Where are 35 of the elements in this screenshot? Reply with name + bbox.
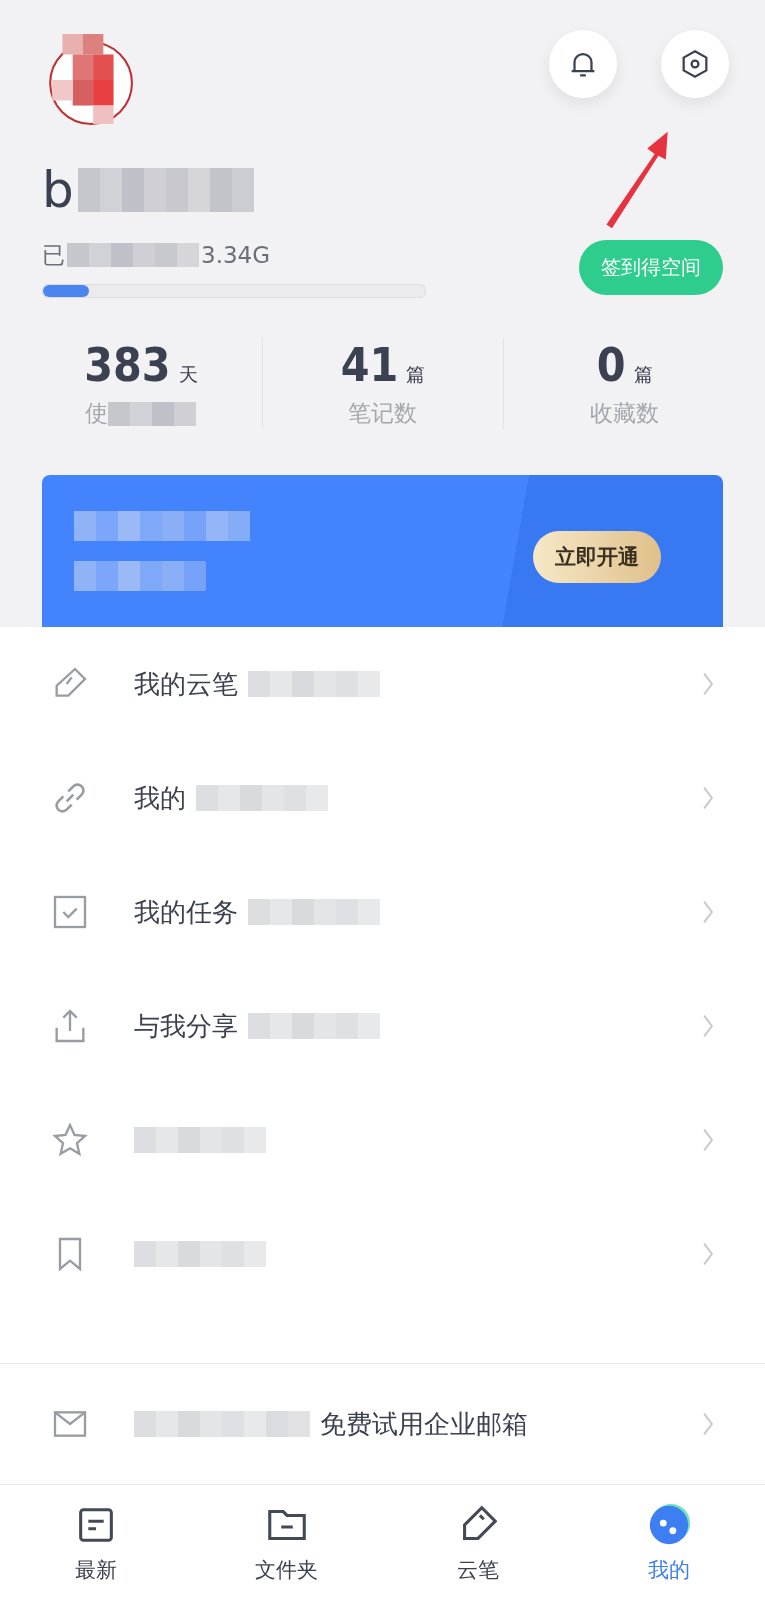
menu-item[interactable]: 与我分享	[0, 969, 765, 1084]
stat-unit: 篇	[406, 362, 426, 387]
menu-item[interactable]: 我的任务	[0, 855, 765, 970]
chevron-icon	[701, 1411, 715, 1438]
menu-item[interactable]: 我的	[0, 741, 765, 856]
stat-label: 收藏数	[590, 399, 660, 428]
stat-unit: 篇	[633, 362, 653, 387]
stat-label: 笔记数	[348, 399, 418, 428]
chevron-icon	[701, 1127, 715, 1154]
menu-label: 免费试用企业邮箱	[320, 1407, 528, 1441]
stat-unit: 天	[178, 362, 198, 387]
menu-label: 我的任务	[134, 895, 238, 929]
username: b	[42, 161, 74, 219]
chevron-icon	[701, 899, 715, 926]
stat-value: 0	[596, 338, 626, 392]
chevron-icon	[701, 785, 715, 812]
menu-item[interactable]: 我的云笔	[0, 627, 765, 742]
menu-item[interactable]: 免费试用企业邮箱	[0, 1364, 765, 1485]
menu-label: 与我分享	[134, 1009, 238, 1043]
stat-label: 使	[85, 399, 109, 428]
stat-value: 383	[84, 338, 171, 392]
storage-label: 已	[42, 240, 65, 270]
menu-label: 我的云笔	[134, 667, 238, 701]
menu-label: 我的	[134, 781, 186, 815]
activate-button[interactable]: 立即开通	[533, 531, 661, 583]
chevron-icon	[701, 671, 715, 698]
stat-value: 41	[340, 338, 399, 392]
tab[interactable]: 文件夹	[191, 1485, 383, 1600]
chevron-icon	[701, 1241, 715, 1268]
tab[interactable]: 我的	[573, 1485, 765, 1600]
tab[interactable]: 最新	[0, 1485, 192, 1600]
vip-banner[interactable]: 立即开通	[42, 475, 723, 628]
storage-total: 3.34G	[201, 242, 271, 268]
tab[interactable]: 云笔	[382, 1485, 574, 1600]
chevron-icon	[701, 1013, 715, 1040]
